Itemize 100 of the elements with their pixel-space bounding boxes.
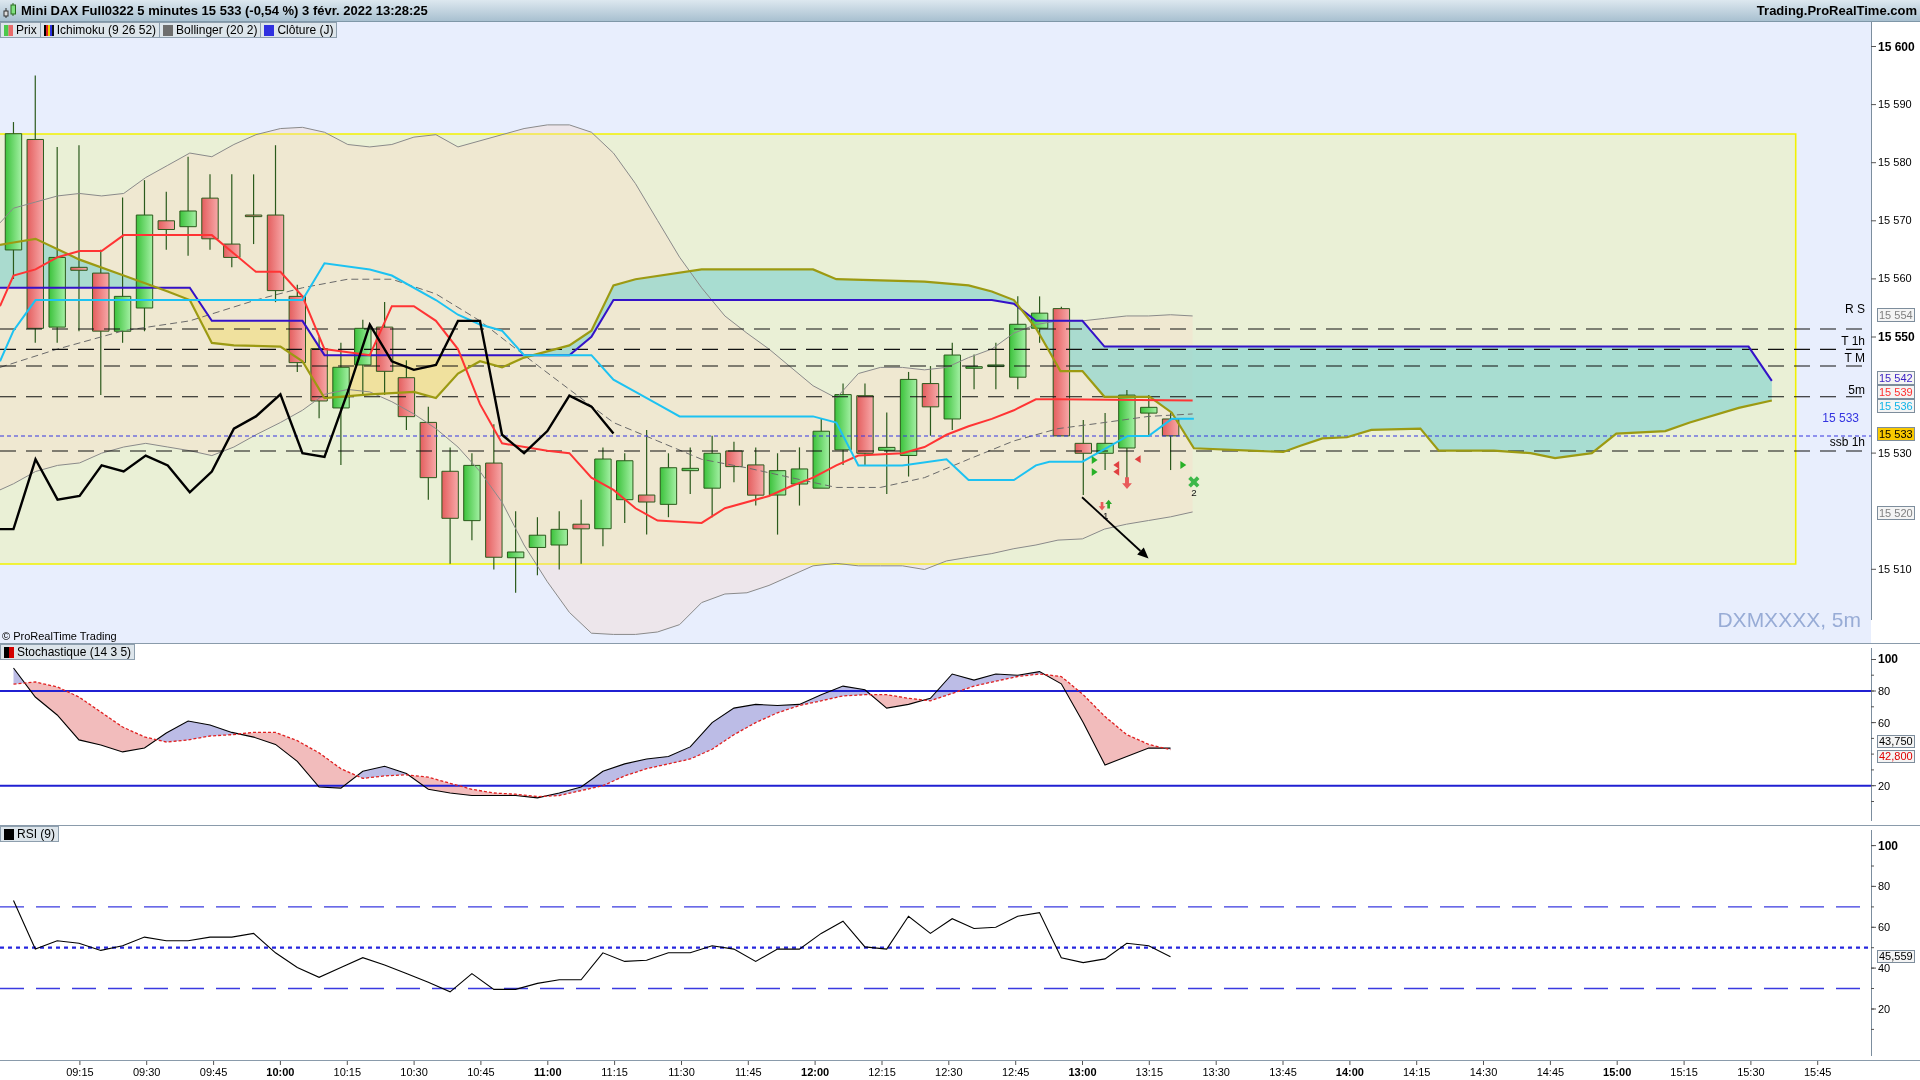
color-swatch-icon	[163, 24, 174, 36]
signal-count-label: 2	[1191, 487, 1197, 498]
triangle-marker-icon	[1180, 461, 1187, 469]
time-label: 12:45	[1001, 1066, 1030, 1079]
color-swatch-icon	[4, 646, 14, 658]
time-label: 15:45	[1803, 1066, 1832, 1079]
price-tag: 15 542	[1877, 371, 1915, 385]
triangle-marker-icon	[1134, 455, 1141, 464]
price-tag: 15 533	[1877, 427, 1915, 441]
price-label: 15 570	[1878, 215, 1912, 227]
cross-icon	[1188, 476, 1200, 488]
candle	[790, 446, 809, 507]
candle	[921, 365, 940, 437]
color-swatch-icon	[264, 24, 275, 36]
legend-tab[interactable]: RSI (9)	[0, 826, 59, 842]
candle	[1161, 412, 1180, 471]
time-label: 12:30	[935, 1066, 963, 1079]
axis-label: 80	[1878, 881, 1891, 892]
time-label: 13:00	[1068, 1066, 1097, 1079]
candle	[987, 342, 1005, 390]
candle	[659, 452, 678, 518]
candle	[616, 452, 634, 524]
color-swatch-icon	[43, 24, 54, 36]
value-tag: 42,800	[1877, 749, 1915, 763]
triangle-marker-icon	[1091, 468, 1098, 476]
axis-label: 100	[1878, 654, 1899, 665]
price-label: 15 530	[1878, 447, 1912, 459]
axis-label: 20	[1878, 780, 1891, 791]
time-label: 10:45	[467, 1066, 495, 1079]
price-label: 15 600	[1878, 40, 1915, 53]
time-label: 09:45	[199, 1066, 228, 1079]
candle	[747, 446, 765, 507]
price-tag: 15 520	[1877, 505, 1915, 520]
price-label: 15 560	[1878, 273, 1912, 285]
time-label: 11:15	[601, 1066, 628, 1079]
time-label: 12:00	[801, 1066, 830, 1079]
triangle-marker-icon	[1091, 456, 1098, 464]
level-label: 5m	[1848, 383, 1865, 396]
axis-label: 100	[1878, 840, 1899, 851]
price-label: 15 590	[1878, 99, 1912, 111]
time-label: 14:45	[1536, 1066, 1565, 1079]
color-swatch-icon	[4, 24, 13, 36]
time-label: 13:15	[1135, 1066, 1164, 1079]
axis-label: 40	[1878, 963, 1891, 974]
legend-tab[interactable]: Clôture (J)	[260, 22, 338, 38]
candle	[1140, 394, 1158, 437]
time-label: 11:30	[668, 1066, 695, 1079]
time-label: 09:15	[66, 1066, 94, 1079]
value-tag: 43,750	[1877, 735, 1915, 749]
site-name: Trading.ProRealTime.com	[1756, 2, 1917, 19]
time-label: 11:45	[734, 1066, 762, 1079]
up-arrow-icon	[1105, 499, 1112, 509]
copyright-text: © ProRealTime Trading	[2, 630, 117, 643]
price-tag: 15 536	[1877, 399, 1915, 413]
candle	[397, 359, 416, 431]
level-label: T 1h	[1841, 334, 1865, 347]
candle	[528, 516, 547, 576]
candle	[725, 441, 743, 483]
axis-label: 80	[1878, 686, 1891, 696]
time-label: 14:30	[1469, 1066, 1498, 1079]
legend-tab[interactable]: Stochastique (14 3 5)	[0, 644, 136, 660]
price-label: 15 510	[1878, 563, 1912, 575]
price-label: 15 550	[1878, 331, 1915, 343]
time-label: 15:00	[1603, 1066, 1632, 1079]
time-label: 10:30	[400, 1066, 428, 1079]
legend-tab[interactable]: Bollinger (20 2)	[159, 22, 262, 38]
time-label: 15:30	[1737, 1066, 1765, 1079]
color-swatch-icon	[4, 828, 14, 840]
candle	[157, 191, 175, 251]
price-tag: 15 539	[1877, 385, 1915, 399]
level-label: ssb 1h	[1829, 436, 1865, 448]
down-arrow-icon	[1098, 501, 1106, 511]
price-tag: 15 554	[1877, 307, 1915, 322]
level-label: R S	[1845, 303, 1865, 315]
candle	[550, 510, 568, 571]
symbol-label: DXMXXXX, 5m	[1717, 608, 1861, 632]
time-label: 15:15	[1670, 1066, 1698, 1079]
candle	[572, 499, 590, 565]
axis-label: 60	[1878, 922, 1891, 933]
candlestick-icon	[3, 2, 17, 19]
time-label: 12:15	[868, 1066, 896, 1079]
value-tag: 45,559	[1877, 950, 1915, 964]
level-label: T M	[1844, 352, 1865, 365]
legend-tab[interactable]: Prix	[0, 22, 41, 38]
time-label: 14:00	[1335, 1066, 1364, 1079]
candle	[1096, 412, 1114, 471]
candle	[1030, 295, 1049, 344]
time-label: 10:15	[333, 1066, 362, 1079]
axis-label: 20	[1878, 1003, 1891, 1014]
candle	[244, 173, 263, 245]
candle	[681, 446, 699, 495]
time-label: 13:30	[1202, 1066, 1230, 1079]
time-label: 09:30	[132, 1066, 161, 1079]
time-label: 11:00	[534, 1066, 562, 1079]
axis-label: 60	[1878, 717, 1891, 728]
down-arrow-icon	[1122, 477, 1132, 489]
time-label: 14:15	[1402, 1066, 1431, 1079]
level-label: 15 533	[1822, 411, 1859, 424]
legend-tab[interactable]: Ichimoku (9 26 52)	[39, 22, 161, 38]
time-label: 13:45	[1269, 1066, 1297, 1079]
